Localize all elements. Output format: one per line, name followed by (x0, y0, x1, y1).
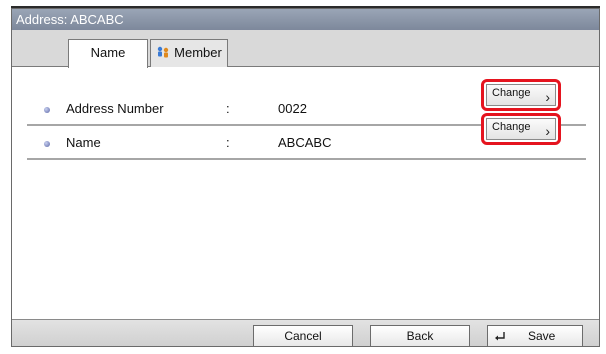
button-face: Change › (486, 118, 556, 140)
field-separator: : (226, 135, 230, 150)
field-label: Name (66, 135, 101, 150)
group-member-icon (156, 42, 170, 58)
tab-member[interactable]: Member (150, 39, 228, 67)
name-panel: Address Number : 0022 Change › Name : AB… (12, 66, 599, 319)
dialog-title: Address: ABCABC (12, 9, 599, 30)
address-dialog: Address: ABCABC Member Name Address Numb… (11, 8, 600, 347)
tab-member-label: Member (174, 45, 222, 60)
back-button[interactable]: Back (370, 325, 470, 346)
enter-key-icon (494, 329, 506, 341)
tab-name-label: Name (90, 45, 126, 60)
chevron-right-icon: › (545, 89, 550, 105)
save-label: Save (528, 329, 556, 343)
change-address-number-button[interactable]: Change › (481, 79, 561, 111)
field-value: 0022 (278, 101, 307, 116)
field-separator: : (226, 101, 230, 116)
change-name-button[interactable]: Change › (481, 113, 561, 145)
button-face: Change › (486, 84, 556, 106)
button-label: Change (492, 87, 531, 99)
save-button[interactable]: Save (487, 325, 583, 346)
cancel-button[interactable]: Cancel (253, 325, 353, 346)
button-label: Change (492, 121, 531, 133)
bullet-icon (44, 141, 50, 147)
chevron-right-icon: › (545, 123, 550, 139)
tab-name[interactable]: Name (68, 39, 148, 68)
field-label: Address Number (66, 101, 164, 116)
bullet-icon (44, 107, 50, 113)
bottom-action-bar: Cancel Back Save (12, 319, 599, 346)
field-value: ABCABC (278, 135, 332, 150)
